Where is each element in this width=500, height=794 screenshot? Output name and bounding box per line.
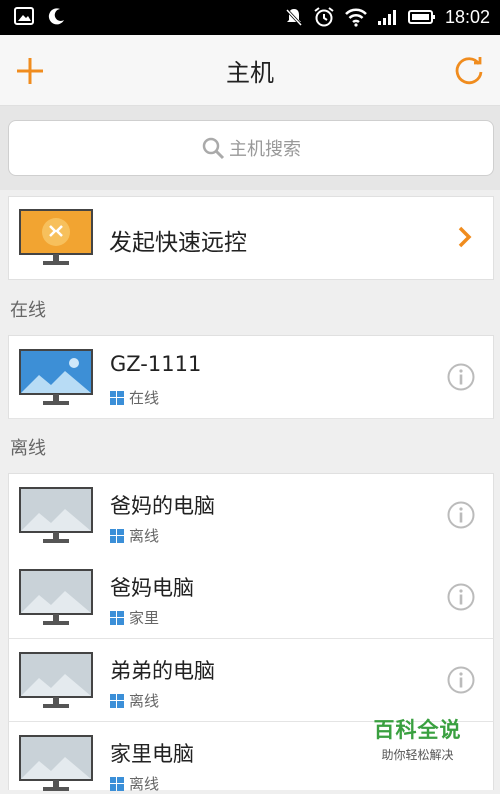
notifications-off-icon bbox=[285, 8, 303, 27]
host-status-text: 离线 bbox=[129, 692, 160, 710]
offline-monitor-icon bbox=[19, 735, 93, 791]
refresh-button[interactable] bbox=[452, 53, 486, 87]
host-status-text: 离线 bbox=[129, 775, 160, 793]
host-row-offline[interactable]: 爸妈电脑 家里 bbox=[8, 556, 494, 639]
info-icon[interactable] bbox=[447, 666, 475, 694]
search-area: 主机搜索 bbox=[0, 106, 500, 190]
search-placeholder: 主机搜索 bbox=[229, 139, 301, 160]
watermark-title: 百科全说 bbox=[373, 718, 462, 742]
host-status-text: 在线 bbox=[129, 389, 160, 407]
host-status: 离线 bbox=[110, 773, 159, 794]
host-name: 爸妈电脑 bbox=[110, 576, 194, 600]
online-monitor-icon bbox=[19, 349, 93, 405]
windows-icon bbox=[110, 390, 124, 405]
status-bar: 18:02 bbox=[0, 0, 500, 35]
host-status: 离线 bbox=[110, 525, 159, 546]
chevron-right-icon bbox=[458, 226, 472, 248]
watermark-subtitle: 助你轻松解决 bbox=[381, 748, 454, 762]
moon-icon bbox=[48, 8, 64, 25]
windows-icon bbox=[110, 610, 124, 625]
alarm-icon bbox=[314, 7, 334, 27]
host-status: 家里 bbox=[110, 607, 159, 628]
host-name: GZ-1111 bbox=[110, 352, 202, 376]
wifi-icon bbox=[345, 8, 367, 27]
offline-section-label: 离线 bbox=[10, 438, 46, 459]
info-icon[interactable] bbox=[447, 583, 475, 611]
quick-remote-button[interactable]: 发起快速远控 bbox=[8, 196, 494, 280]
host-name: 爸妈的电脑 bbox=[110, 494, 215, 518]
windows-icon bbox=[110, 693, 124, 708]
online-section-label: 在线 bbox=[10, 300, 46, 321]
signal-icon bbox=[377, 10, 396, 25]
host-status-text: 离线 bbox=[129, 527, 160, 545]
windows-icon bbox=[110, 776, 124, 791]
host-status: 离线 bbox=[110, 690, 159, 711]
offline-monitor-icon bbox=[19, 652, 93, 708]
page-title: 主机 bbox=[226, 59, 274, 87]
status-time: 18:02 bbox=[444, 6, 490, 27]
search-icon bbox=[202, 137, 225, 160]
host-name: 家里电脑 bbox=[110, 742, 194, 766]
host-row-online[interactable]: GZ-1111 在线 bbox=[8, 335, 494, 419]
battery-icon bbox=[407, 10, 435, 24]
host-status-text: 家里 bbox=[129, 609, 160, 627]
watermark: 百科全说 助你轻松解决 bbox=[350, 714, 485, 763]
host-status: 在线 bbox=[110, 387, 159, 408]
search-input[interactable]: 主机搜索 bbox=[8, 120, 494, 176]
quick-remote-label: 发起快速远控 bbox=[109, 230, 247, 256]
app-header: 主机 bbox=[0, 35, 500, 106]
image-icon bbox=[14, 7, 34, 25]
host-name: 弟弟的电脑 bbox=[110, 659, 215, 683]
info-icon[interactable] bbox=[447, 363, 475, 391]
quick-remote-monitor-icon bbox=[19, 209, 93, 265]
host-row-offline[interactable]: 爸妈的电脑 离线 bbox=[8, 473, 494, 557]
host-row-offline[interactable]: 弟弟的电脑 离线 bbox=[8, 639, 494, 722]
offline-monitor-icon bbox=[19, 569, 93, 625]
offline-monitor-icon bbox=[19, 487, 93, 543]
info-icon[interactable] bbox=[447, 501, 475, 529]
windows-icon bbox=[110, 528, 124, 543]
